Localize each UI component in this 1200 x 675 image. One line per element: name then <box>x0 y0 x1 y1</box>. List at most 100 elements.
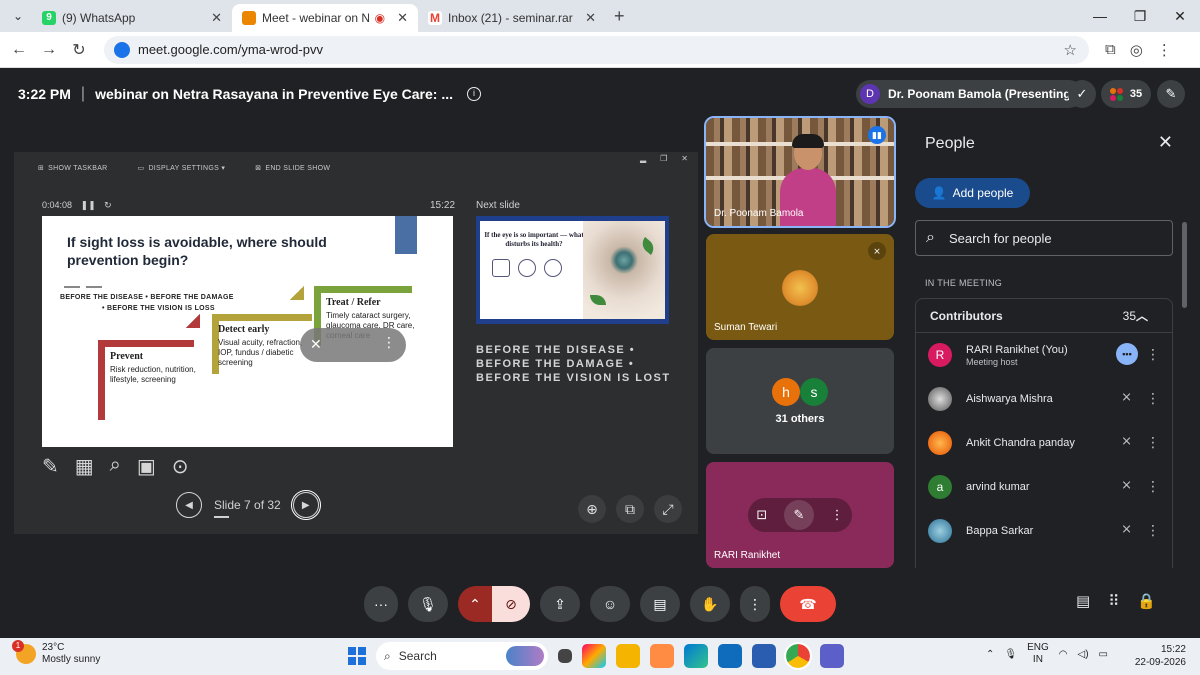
laser-off-icon[interactable]: ✕ <box>310 336 322 353</box>
display-settings-button[interactable]: ▭ DISPLAY SETTINGS ▾ <box>138 164 226 172</box>
volume-icon[interactable]: ◁) <box>1078 649 1089 660</box>
leave-call-button[interactable]: ☎ <box>780 586 836 622</box>
windows-start-icon[interactable] <box>348 647 366 665</box>
next-slide-preview[interactable]: If the eye is so important — what distur… <box>476 216 669 324</box>
camera-toggle-button[interactable]: ⊘ <box>492 586 530 622</box>
slides-grid-icon[interactable]: ▦ <box>75 454 94 479</box>
pop-out-icon[interactable]: ⧉ <box>616 495 644 523</box>
tile-suman[interactable]: ⨯ Suman Tewari <box>706 234 894 340</box>
info-icon[interactable]: i <box>467 87 482 101</box>
present-button[interactable]: ⇪ <box>540 586 580 622</box>
tab-meet[interactable]: Meet - webinar on Netra Ra ◉ ✕ <box>232 4 418 32</box>
add-people-button[interactable]: 👤 Add people <box>915 178 1030 208</box>
pause-icon[interactable]: ❚❚ <box>81 200 96 210</box>
zoom-in-icon[interactable]: ⊕ <box>578 495 606 523</box>
close-icon[interactable]: ✕ <box>585 10 596 26</box>
site-info-icon[interactable] <box>114 41 130 58</box>
file-explorer-icon[interactable] <box>616 644 640 668</box>
chevron-up-icon[interactable]: ︿ <box>1136 307 1148 324</box>
activities-grid-icon[interactable]: ⠿ <box>1108 592 1119 610</box>
minimize-icon[interactable]: — <box>1080 0 1120 32</box>
camera-options-button[interactable]: ⌃ <box>458 586 492 622</box>
wifi-icon[interactable]: ◠ <box>1059 649 1068 660</box>
more-options-icon[interactable]: ⊙ <box>172 454 189 479</box>
reload-icon[interactable]: ↻ <box>64 40 94 60</box>
close-icon[interactable]: ✕ <box>681 154 688 163</box>
pointer-toolbar[interactable]: ✕ ⋮ <box>300 328 406 362</box>
battery-icon[interactable]: ▭ <box>1099 649 1108 660</box>
mic-tray-icon[interactable]: 🎙 <box>1004 649 1017 660</box>
more-options-button[interactable]: ⋮ <box>740 586 770 622</box>
bookmark-star-icon[interactable]: ☆ <box>1064 41 1077 59</box>
more-options-icon[interactable]: ⋮ <box>1146 478 1160 495</box>
screen-pointer-icon[interactable]: ▣ <box>137 454 156 479</box>
search-people-input[interactable] <box>948 230 1149 246</box>
end-slide-show-button[interactable]: ⊠ END SLIDE SHOW <box>255 164 330 172</box>
panel-scrollbar[interactable] <box>1182 222 1187 308</box>
outlook-icon[interactable] <box>718 644 742 668</box>
tab-search-button[interactable]: ⌄ <box>4 4 32 28</box>
chevron-up-icon[interactable]: ⌃ <box>986 649 994 660</box>
check-icon[interactable]: ✓ <box>1068 80 1096 108</box>
participants-button[interactable]: 35 <box>1101 80 1151 108</box>
copilot-icon[interactable] <box>582 644 606 668</box>
more-controls-button[interactable]: ··· <box>364 586 398 622</box>
more-options-icon[interactable]: ⋮ <box>1146 434 1160 451</box>
store-icon[interactable] <box>752 644 776 668</box>
zoom-search-icon[interactable]: ⌕ <box>110 454 121 479</box>
list-item[interactable]: Aishwarya Mishra ⨯ ⋮ <box>916 377 1172 421</box>
list-item[interactable]: R RARI Ranikhet (You) Meeting host ••• ⋮ <box>916 333 1172 377</box>
forward-icon[interactable]: → <box>34 41 64 59</box>
host-controls-lock-icon[interactable]: 🔒 <box>1137 592 1156 610</box>
microphone-button[interactable]: 🎙 <box>408 586 448 622</box>
close-icon[interactable]: ✕ <box>397 10 408 26</box>
contributors-header[interactable]: Contributors 35 ︿ <box>916 299 1172 333</box>
raise-hand-button[interactable]: ✋ <box>690 586 730 622</box>
tab-whatsapp[interactable]: 9 (9) WhatsApp ✕ <box>32 4 232 32</box>
pen-icon[interactable]: ✎ <box>42 454 59 479</box>
profile-icon[interactable]: ◎ <box>1130 41 1143 59</box>
tab-gmail[interactable]: M Inbox (21) - seminar.rariranikhe ✕ <box>418 4 606 32</box>
task-view-icon[interactable] <box>558 649 572 663</box>
restart-icon[interactable]: ↻ <box>104 200 112 210</box>
more-options-icon[interactable]: ⋮ <box>1146 390 1160 407</box>
frame-icon[interactable]: ⊡ <box>756 507 767 523</box>
taskbar-search[interactable]: ⌕ Search <box>376 642 548 670</box>
reactions-button[interactable]: ☺ <box>590 586 630 622</box>
menu-kebab-icon[interactable]: ⋮ <box>1157 41 1172 59</box>
tile-presenter[interactable]: ▮▮ Dr. Poonam Bamola <box>704 116 896 228</box>
restore-icon[interactable]: ❐ <box>660 154 667 163</box>
language-indicator[interactable]: ENG IN <box>1027 642 1049 666</box>
edit-background-icon[interactable]: ✎ <box>783 500 814 530</box>
clock-widget[interactable]: 15:22 22-09-2026 <box>1135 643 1186 669</box>
extensions-icon[interactable]: ⧉ <box>1105 41 1116 59</box>
list-item[interactable]: Ankit Chandra panday ⨯ ⋮ <box>916 421 1172 465</box>
restore-icon[interactable]: ❐ <box>1120 0 1160 32</box>
close-panel-icon[interactable]: ✕ <box>1158 132 1173 153</box>
url-field[interactable]: meet.google.com/yma-wrod-pvv ☆ <box>104 35 1089 64</box>
list-item[interactable]: a arvind kumar ⨯ ⋮ <box>916 465 1172 509</box>
chat-icon[interactable]: ▤ <box>1076 592 1090 610</box>
teams-icon[interactable] <box>820 644 844 668</box>
more-icon[interactable]: ⋮ <box>382 334 396 351</box>
close-icon[interactable]: ✕ <box>211 10 222 26</box>
fullscreen-icon[interactable]: ⤢ <box>654 495 682 523</box>
tile-self[interactable]: ⊡ ✎ ⋮ RARI Ranikhet <box>706 462 894 568</box>
app-icon[interactable] <box>650 644 674 668</box>
more-icon[interactable]: ⋮ <box>831 507 844 523</box>
presenter-chip[interactable]: D Dr. Poonam Bamola (Presenting) <box>856 80 1083 108</box>
minimize-icon[interactable]: ▂ <box>640 154 646 163</box>
list-item[interactable]: Bappa Sarkar ⨯ ⋮ <box>916 509 1172 553</box>
show-taskbar-button[interactable]: ⊞ SHOW TASKBAR <box>38 164 108 172</box>
tile-others[interactable]: h s 31 others <box>706 348 894 454</box>
previous-slide-button[interactable]: ◀ <box>176 492 202 518</box>
close-window-icon[interactable]: ✕ <box>1160 0 1200 32</box>
weather-widget[interactable]: 1 23°C Mostly sunny <box>12 640 100 666</box>
more-options-icon[interactable]: ⋮ <box>1146 346 1160 363</box>
new-tab-button[interactable]: + <box>614 6 625 27</box>
chrome-icon[interactable] <box>784 642 812 670</box>
edge-icon[interactable] <box>684 644 708 668</box>
back-icon[interactable]: ← <box>4 41 34 59</box>
more-options-icon[interactable]: ⋮ <box>1146 522 1160 539</box>
next-slide-button[interactable]: ▶ <box>290 490 321 520</box>
